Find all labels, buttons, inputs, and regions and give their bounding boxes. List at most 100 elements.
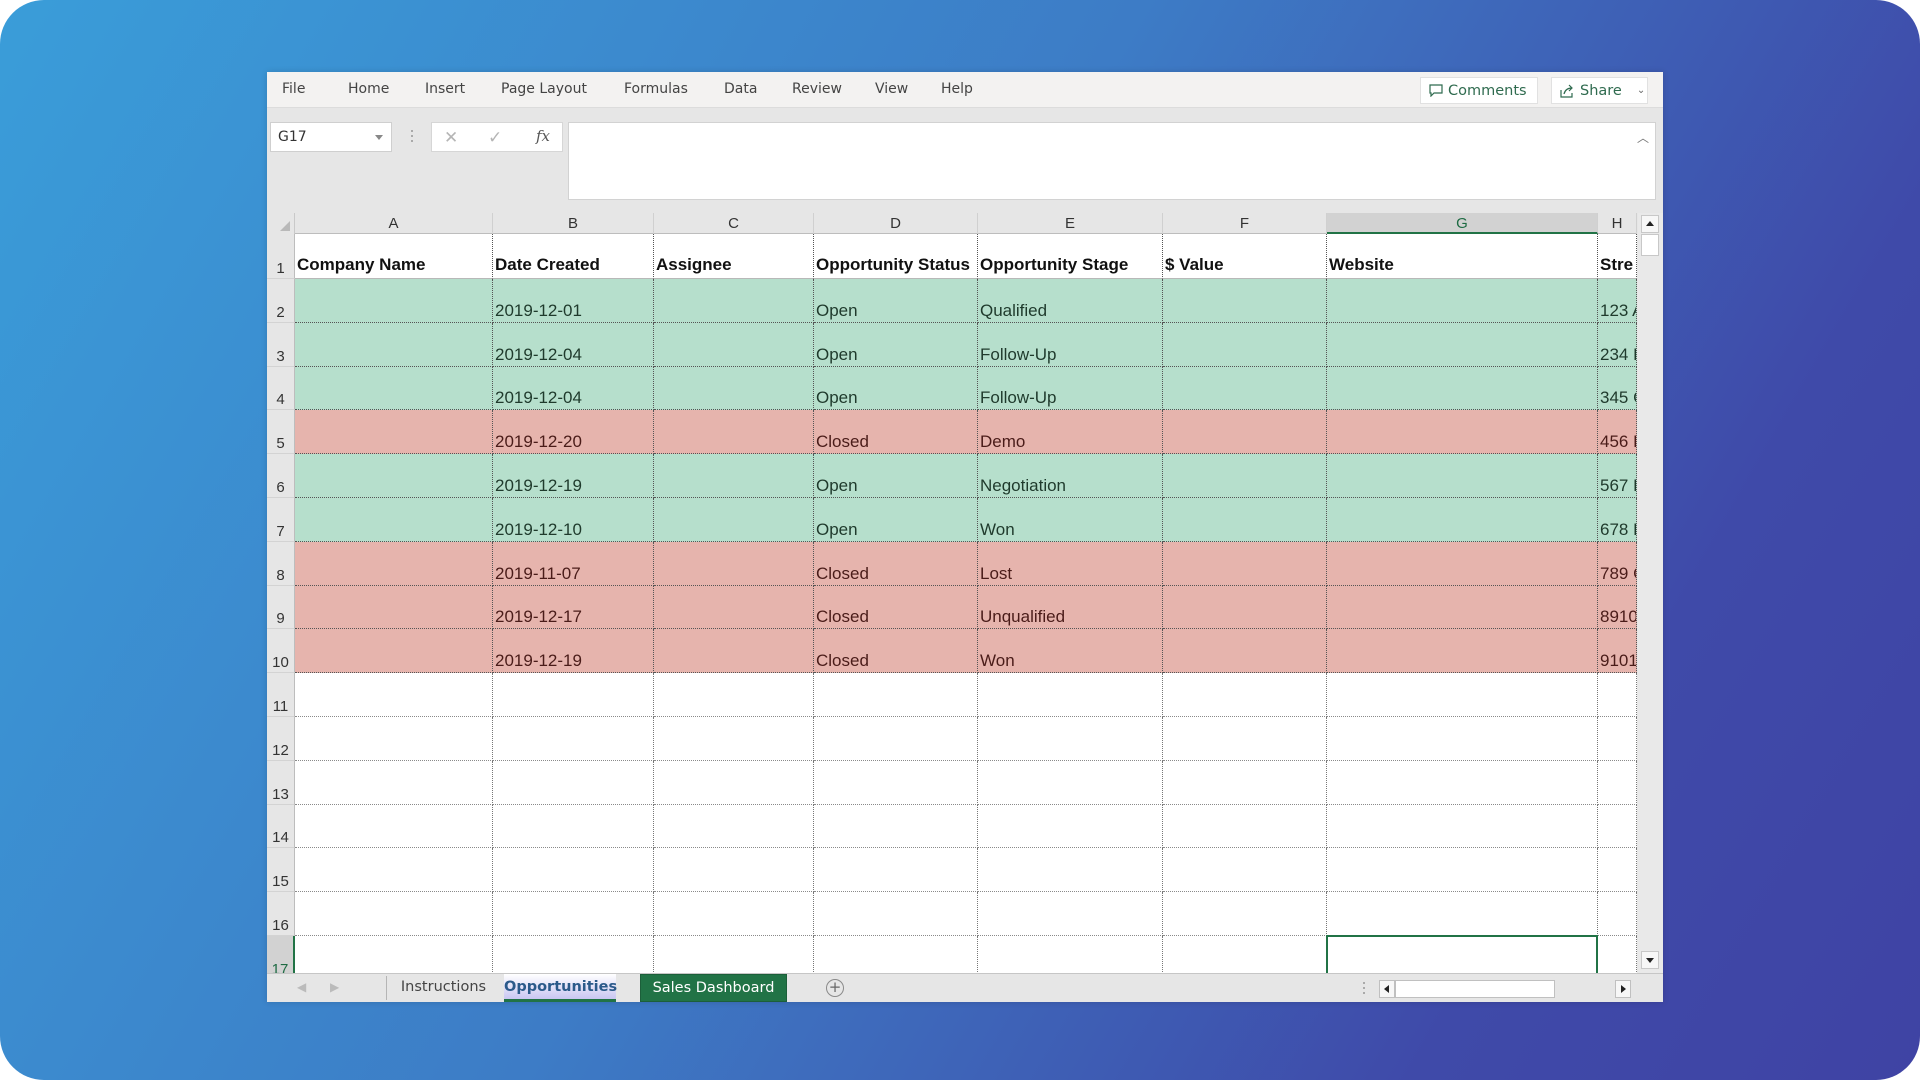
cell-h3[interactable]: 234 B [1598, 322, 1637, 367]
cell-d15[interactable] [814, 848, 978, 893]
cell-h13[interactable] [1598, 760, 1637, 805]
row-header-5[interactable]: 5 [267, 410, 295, 455]
column-header-c[interactable]: C [654, 213, 814, 234]
cell-h10[interactable]: 9101 [1598, 629, 1637, 674]
cell-h8[interactable]: 789 G [1598, 541, 1637, 586]
menu-file[interactable]: File [282, 81, 305, 97]
cell-b6[interactable]: 2019-12-19 [493, 454, 654, 498]
cell-g6[interactable] [1327, 454, 1598, 498]
cell-c2[interactable] [654, 279, 814, 323]
cell-c3[interactable] [654, 322, 814, 367]
cell-e11[interactable] [978, 673, 1163, 717]
row-header-12[interactable]: 12 [267, 717, 295, 761]
cell-c11[interactable] [654, 673, 814, 717]
header-cell-d[interactable]: Opportunity Status [814, 234, 978, 279]
cell-c15[interactable] [654, 848, 814, 893]
cell-a7[interactable] [295, 498, 493, 542]
horizontal-scroll-thumb[interactable] [1395, 980, 1555, 998]
cell-e9[interactable]: Unqualified [978, 585, 1163, 630]
cell-e6[interactable]: Negotiation [978, 454, 1163, 498]
column-header-f[interactable]: F [1163, 213, 1327, 234]
cell-e15[interactable] [978, 848, 1163, 893]
cell-g3[interactable] [1327, 322, 1598, 367]
cell-d2[interactable]: Open [814, 279, 978, 323]
cell-d8[interactable]: Closed [814, 541, 978, 586]
insert-function-icon[interactable]: fx [536, 127, 550, 145]
previous-sheet-icon[interactable]: ◀ [297, 980, 306, 994]
cell-a3[interactable] [295, 322, 493, 367]
cell-b12[interactable] [493, 717, 654, 761]
cell-c10[interactable] [654, 629, 814, 674]
cell-c4[interactable] [654, 366, 814, 411]
cell-f15[interactable] [1163, 848, 1327, 893]
row-header-1[interactable]: 1 [267, 234, 295, 279]
cell-b5[interactable]: 2019-12-20 [493, 410, 654, 455]
cell-d5[interactable]: Closed [814, 410, 978, 455]
cell-b9[interactable]: 2019-12-17 [493, 585, 654, 630]
cell-a10[interactable] [295, 629, 493, 674]
vertical-scroll-thumb[interactable] [1641, 234, 1659, 256]
cell-f5[interactable] [1163, 410, 1327, 455]
row-header-4[interactable]: 4 [267, 366, 295, 411]
row-header-2[interactable]: 2 [267, 279, 295, 323]
row-header-13[interactable]: 13 [267, 760, 295, 805]
sheet-tab-opportunities[interactable]: Opportunities [504, 974, 617, 1002]
row-header-8[interactable]: 8 [267, 541, 295, 586]
header-cell-f[interactable]: $ Value [1163, 234, 1327, 279]
cell-c17[interactable] [654, 936, 814, 973]
row-header-6[interactable]: 6 [267, 454, 295, 498]
cell-g5[interactable] [1327, 410, 1598, 455]
cell-f11[interactable] [1163, 673, 1327, 717]
cell-c13[interactable] [654, 760, 814, 805]
column-header-d[interactable]: D [814, 213, 978, 234]
row-header-14[interactable]: 14 [267, 804, 295, 849]
cell-f13[interactable] [1163, 760, 1327, 805]
row-header-10[interactable]: 10 [267, 629, 295, 674]
row-header-15[interactable]: 15 [267, 848, 295, 893]
add-sheet-plus-icon[interactable]: + [826, 979, 844, 997]
cell-a4[interactable] [295, 366, 493, 411]
cell-g4[interactable] [1327, 366, 1598, 411]
cell-b2[interactable]: 2019-12-01 [493, 279, 654, 323]
sheet-tab-sales-dashboard[interactable]: Sales Dashboard [640, 974, 787, 1002]
cell-e16[interactable] [978, 892, 1163, 936]
select-all-corner[interactable] [267, 213, 295, 234]
cell-h5[interactable]: 456 D [1598, 410, 1637, 455]
scroll-up-button[interactable] [1641, 215, 1659, 233]
scroll-left-button[interactable] [1379, 980, 1395, 998]
cell-b15[interactable] [493, 848, 654, 893]
cell-a15[interactable] [295, 848, 493, 893]
cell-g11[interactable] [1327, 673, 1598, 717]
cell-a9[interactable] [295, 585, 493, 630]
cell-d12[interactable] [814, 717, 978, 761]
cell-e12[interactable] [978, 717, 1163, 761]
menu-formulas[interactable]: Formulas [624, 81, 688, 97]
row-header-11[interactable]: 11 [267, 673, 295, 717]
cell-f2[interactable] [1163, 279, 1327, 323]
cell-c16[interactable] [654, 892, 814, 936]
name-box-dropdown-icon[interactable] [375, 135, 383, 140]
cell-e2[interactable]: Qualified [978, 279, 1163, 323]
row-header-16[interactable]: 16 [267, 892, 295, 936]
cell-a11[interactable] [295, 673, 493, 717]
cell-g13[interactable] [1327, 760, 1598, 805]
cell-g12[interactable] [1327, 717, 1598, 761]
cell-f14[interactable] [1163, 804, 1327, 849]
cell-h15[interactable] [1598, 848, 1637, 893]
cell-d7[interactable]: Open [814, 498, 978, 542]
menu-page-layout[interactable]: Page Layout [501, 81, 587, 97]
cell-b3[interactable]: 2019-12-04 [493, 322, 654, 367]
cell-c14[interactable] [654, 804, 814, 849]
cell-b10[interactable]: 2019-12-19 [493, 629, 654, 674]
share-button[interactable]: Share ⌄ [1551, 77, 1648, 104]
cell-h14[interactable] [1598, 804, 1637, 849]
cell-a13[interactable] [295, 760, 493, 805]
vertical-scrollbar[interactable] [1638, 213, 1663, 973]
cell-c12[interactable] [654, 717, 814, 761]
cell-f10[interactable] [1163, 629, 1327, 674]
header-cell-a[interactable]: Company Name [295, 234, 493, 279]
cell-g17[interactable] [1327, 936, 1598, 973]
next-sheet-icon[interactable]: ▶ [330, 980, 339, 994]
cell-f12[interactable] [1163, 717, 1327, 761]
menu-review[interactable]: Review [792, 81, 842, 97]
